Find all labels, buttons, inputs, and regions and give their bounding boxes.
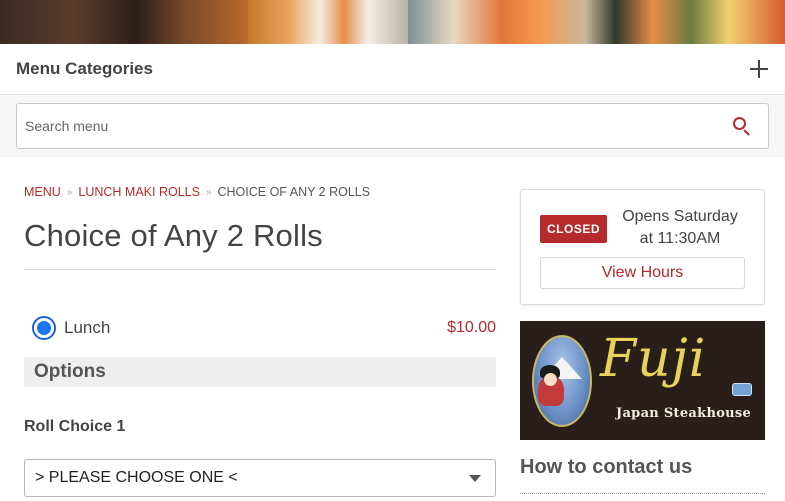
status-badge: CLOSED [540,215,607,243]
roll-choice-1-label: Roll Choice 1 [24,418,126,435]
search-icon[interactable] [732,116,752,136]
contact-heading: How to contact us [520,456,693,478]
banner-photo-sushi [248,0,408,44]
menu-categories-toggle[interactable]: Menu Categories [0,44,785,95]
chevron-down-icon [469,474,481,482]
contact-divider [520,493,765,494]
banner-photo-rolls [408,0,785,44]
size-label: Lunch [64,318,111,337]
opens-line-day: Opens Saturday [622,208,738,225]
logo-subtitle: Japan Steakhouse [616,406,752,421]
breadcrumb-current: CHOICE OF ANY 2 ROLLS [217,185,371,199]
restaurant-logo: Fuji Japan Steakhouse [520,321,765,440]
logo-brand-text: Fuji [600,329,707,389]
opens-line-time: at 11:30AM [639,230,721,247]
breadcrumb-link-lunch-maki-rolls[interactable]: LUNCH MAKI ROLLS [78,185,200,199]
options-title: Options [34,361,106,382]
hours-card: CLOSED Opens Saturday at 11:30AM View Ho… [520,189,765,305]
roll-choice-1-select[interactable]: > PLEASE CHOOSE ONE < [24,459,496,497]
breadcrumb-separator: » [205,186,212,198]
view-hours-button[interactable]: View Hours [540,257,745,289]
item-price: $10.00 [447,319,496,336]
logo-badge-icon [732,383,752,396]
size-option-row[interactable]: Lunch $10.00 [24,310,496,346]
breadcrumb-link-menu[interactable]: MENU [24,185,61,199]
breadcrumb-separator: » [66,186,73,198]
size-radio-lunch[interactable] [32,316,56,340]
plus-icon[interactable] [749,59,769,79]
search-input[interactable] [25,118,732,134]
menu-categories-title: Menu Categories [16,59,153,78]
page-title: Choice of Any 2 Rolls [24,218,323,253]
banner-photo-steak [0,0,248,44]
header-banner-image [0,0,785,44]
logo-geisha-face [544,373,557,386]
breadcrumb: MENU » LUNCH MAKI ROLLS » CHOICE OF ANY … [24,185,370,199]
search-bar [0,95,785,157]
opens-text: Opens Saturday at 11:30AM [617,206,743,250]
roll-choice-1-value: > PLEASE CHOOSE ONE < [35,469,238,486]
options-header: Options [24,357,496,387]
search-box [16,103,769,149]
title-divider [24,269,496,270]
